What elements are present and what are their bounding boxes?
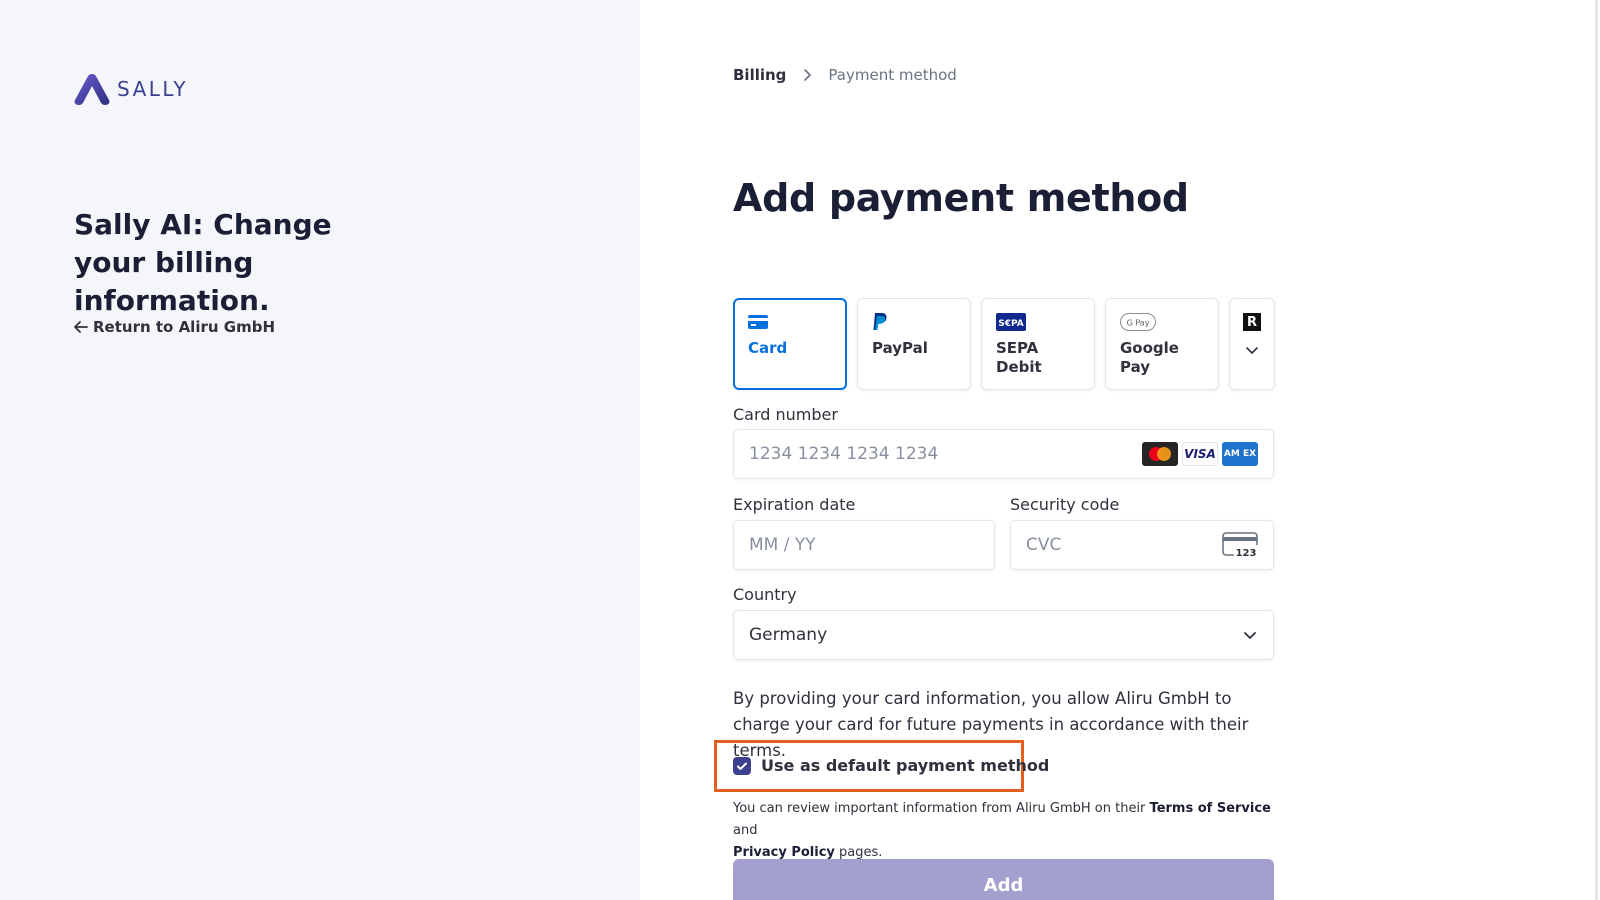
add-button[interactable]: Add bbox=[733, 859, 1274, 900]
card-number-placeholder: 1234 1234 1234 1234 bbox=[749, 444, 939, 464]
chevron-right-icon bbox=[804, 69, 812, 81]
country-label: Country bbox=[733, 585, 797, 604]
brand-name: SALLY bbox=[117, 77, 189, 101]
checkmark-icon bbox=[737, 762, 747, 770]
expiration-date-input[interactable]: MM / YY bbox=[733, 520, 995, 570]
google-pay-icon: G Pay bbox=[1120, 313, 1156, 331]
tab-sepa-label: SEPA Debit bbox=[996, 339, 1042, 376]
legal-suffix: pages. bbox=[834, 845, 883, 860]
chevron-down-icon bbox=[1246, 347, 1258, 354]
security-code-label: Security code bbox=[1010, 495, 1120, 514]
tab-paypal-label: PayPal bbox=[872, 339, 928, 357]
r-icon: R bbox=[1243, 313, 1261, 331]
country-select[interactable]: Germany bbox=[733, 610, 1274, 660]
amex-icon: AM EX bbox=[1222, 442, 1258, 466]
more-payment-methods-button[interactable]: R bbox=[1229, 298, 1275, 390]
sally-logo-icon bbox=[74, 74, 110, 105]
card-number-label: Card number bbox=[733, 405, 838, 424]
svg-text:S€PA: S€PA bbox=[998, 319, 1024, 329]
sally-logo[interactable]: SALLY bbox=[73, 72, 188, 106]
return-link[interactable]: Return to Aliru GmbH bbox=[73, 318, 275, 336]
legal-and: and bbox=[733, 823, 758, 838]
legal-notice: You can review important information fro… bbox=[733, 798, 1278, 864]
terms-of-service-link[interactable]: Terms of Service bbox=[1150, 801, 1271, 816]
breadcrumb-billing[interactable]: Billing bbox=[733, 66, 786, 84]
visa-icon: VISA bbox=[1182, 442, 1218, 466]
paypal-icon bbox=[873, 313, 887, 330]
legal-prefix: You can review important information fro… bbox=[733, 801, 1150, 816]
breadcrumb: Billing Payment method bbox=[733, 66, 957, 84]
svg-text:G Pay: G Pay bbox=[1127, 319, 1150, 328]
card-icon bbox=[748, 315, 768, 329]
card-brand-icons: VISA AM EX bbox=[1142, 442, 1258, 466]
card-number-input[interactable]: 1234 1234 1234 1234 VISA AM EX bbox=[733, 429, 1274, 479]
checkbox-checked[interactable] bbox=[733, 756, 751, 775]
svg-text:123: 123 bbox=[1236, 548, 1257, 558]
privacy-policy-link[interactable]: Privacy Policy bbox=[733, 845, 835, 860]
scrollbar-thumb[interactable] bbox=[1595, 0, 1598, 900]
breadcrumb-current: Payment method bbox=[828, 66, 957, 84]
payment-method-tabs: Card PayPal S€PA SEPA Debit G Pay Google… bbox=[733, 298, 1275, 390]
tab-sepa-debit[interactable]: S€PA SEPA Debit bbox=[981, 298, 1095, 390]
left-panel: SALLY Sally AI: Change your billing info… bbox=[0, 0, 640, 900]
security-code-placeholder: CVC bbox=[1026, 535, 1062, 555]
page-title: Add payment method bbox=[733, 176, 1189, 220]
arrow-left-icon bbox=[74, 321, 88, 333]
country-value: Germany bbox=[749, 625, 828, 645]
mastercard-icon bbox=[1142, 442, 1178, 466]
chevron-down-icon bbox=[1244, 632, 1256, 639]
sepa-icon: S€PA bbox=[996, 313, 1026, 331]
scrollbar[interactable] bbox=[1592, 0, 1600, 900]
tab-google-pay-label: Google Pay bbox=[1120, 339, 1179, 376]
tab-google-pay[interactable]: G Pay Google Pay bbox=[1105, 298, 1219, 390]
expiration-date-placeholder: MM / YY bbox=[749, 535, 816, 555]
tab-card[interactable]: Card bbox=[733, 298, 847, 390]
tab-card-label: Card bbox=[748, 339, 788, 357]
return-link-label: Return to Aliru GmbH bbox=[93, 318, 275, 336]
tab-paypal[interactable]: PayPal bbox=[857, 298, 971, 390]
page-tagline: Sally AI: Change your billing informatio… bbox=[74, 208, 332, 317]
default-payment-label: Use as default payment method bbox=[761, 756, 1050, 775]
default-payment-checkbox[interactable]: Use as default payment method bbox=[733, 756, 1049, 775]
cvc-card-icon: 123 bbox=[1222, 532, 1258, 558]
security-code-input[interactable]: CVC 123 bbox=[1010, 520, 1274, 570]
expiration-date-label: Expiration date bbox=[733, 495, 856, 514]
